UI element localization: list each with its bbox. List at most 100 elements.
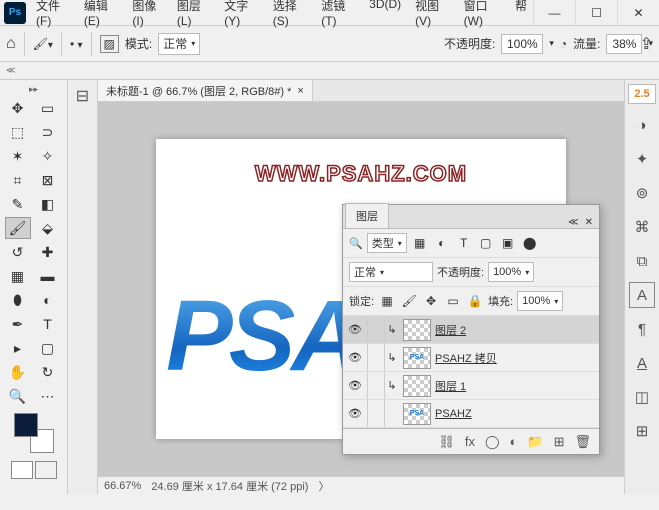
visibility-icon[interactable]: 👁 [343, 351, 367, 364]
layer-row[interactable]: 👁 ↳ 图层 2 [343, 316, 599, 344]
layer-row[interactable]: 👁 ↳ 图层 1 [343, 372, 599, 400]
swatches-panel-icon[interactable]: ✦ [629, 146, 655, 172]
layer-mask-icon[interactable]: ◯ [485, 434, 500, 450]
status-zoom[interactable]: 66.67% [104, 480, 141, 492]
menu-help[interactable]: 帮 [509, 0, 533, 32]
group-icon[interactable]: 📁 [527, 434, 543, 450]
menu-type[interactable]: 文字(Y) [218, 0, 265, 32]
channels-panel-icon[interactable]: ⊞ [629, 418, 655, 444]
foreground-swatch[interactable] [14, 413, 38, 437]
document-tab[interactable]: 未标题-1 @ 66.7% (图层 2, RGB/8#) * × [98, 80, 313, 101]
character-panel-icon[interactable]: A [629, 282, 655, 308]
fill-input[interactable]: 100% ▾ [517, 291, 563, 311]
blend-mode-select[interactable]: 正常 ▾ [158, 33, 200, 55]
menu-filter[interactable]: 滤镜(T) [315, 0, 361, 32]
magic-wand-tool[interactable]: ✧ [35, 145, 61, 167]
adjustments-panel-icon[interactable]: ⊚ [629, 180, 655, 206]
flow-input[interactable]: 38% [606, 34, 642, 54]
lock-all-icon[interactable]: 🔒 [466, 292, 484, 310]
menu-file[interactable]: 文件(F) [30, 0, 76, 32]
visibility-icon[interactable]: 👁 [343, 379, 367, 392]
layer-name[interactable]: 图层 1 [435, 378, 599, 394]
layer-thumb[interactable] [403, 319, 431, 341]
marquee-tool[interactable]: ⬚ [5, 121, 31, 143]
dodge-tool[interactable]: ◐ [35, 289, 61, 311]
dock-badge[interactable]: 2.5 [628, 84, 656, 104]
styles-panel-icon[interactable]: A [629, 350, 655, 376]
layer-opacity-input[interactable]: 100% ▾ [488, 262, 534, 282]
filter-shape-icon[interactable]: ▢ [477, 234, 495, 252]
minimize-button[interactable]: — [533, 0, 575, 26]
color-panel-icon[interactable]: ◑ [629, 112, 655, 138]
blur-tool[interactable]: ⬮ [5, 289, 31, 311]
opacity-input[interactable]: 100% [501, 34, 543, 54]
filter-adjust-icon[interactable]: ◐ [433, 234, 451, 252]
menu-view[interactable]: 视图(V) [409, 0, 456, 32]
lock-artboard-icon[interactable]: ▭ [444, 292, 462, 310]
share-icon[interactable]: ⇪ [640, 34, 653, 54]
layer-name[interactable]: 图层 2 [435, 322, 599, 338]
layer-thumb[interactable]: PSA [403, 403, 431, 425]
paragraph-panel-icon[interactable]: ¶ [629, 316, 655, 342]
adjustment-layer-icon[interactable]: ◐ [510, 434, 518, 449]
edit-toolbar[interactable]: ⋯ [35, 385, 61, 407]
home-icon[interactable]: ⌂ [6, 35, 16, 53]
healing-tool[interactable]: ✚ [35, 241, 61, 263]
lasso-tool[interactable]: ⊃ [35, 121, 61, 143]
filter-type-select[interactable]: 类型 ▾ [367, 233, 407, 253]
shape-tool[interactable]: ▢ [35, 337, 61, 359]
tab-close-icon[interactable]: × [297, 85, 303, 97]
stamp-tool[interactable]: ⬙ [35, 217, 61, 239]
filter-smart-icon[interactable]: ▣ [499, 234, 517, 252]
layer-name[interactable]: PSAHZ [435, 408, 599, 420]
filter-pixel-icon[interactable]: ▦ [411, 234, 429, 252]
menu-image[interactable]: 图像(I) [126, 0, 168, 32]
lock-position-icon[interactable]: ✥ [422, 292, 440, 310]
filter-type-icon[interactable]: T [455, 234, 473, 252]
menu-window[interactable]: 窗口(W) [458, 0, 507, 32]
collapse-chevron-icon[interactable]: ≪ [6, 65, 15, 76]
menu-layer[interactable]: 图层(L) [171, 0, 216, 32]
layers-panel-icon[interactable]: ◫ [629, 384, 655, 410]
eraser-tool[interactable]: ◧ [35, 193, 61, 215]
color-swatches[interactable] [14, 413, 54, 453]
brushes-panel-icon[interactable]: ⧉ [629, 248, 655, 274]
path-select-tool[interactable]: ▸ [5, 337, 31, 359]
layer-row[interactable]: 👁 ↳ PSA PSAHZ 拷贝 [343, 344, 599, 372]
quick-select-tool[interactable]: ✶ [5, 145, 31, 167]
artboard-tool[interactable]: ▭ [35, 97, 61, 119]
paint-bucket-tool[interactable]: ▬ [35, 265, 61, 287]
screen-mode-icon[interactable] [35, 461, 57, 479]
panel-close-icon[interactable]: ✕ [585, 217, 593, 228]
layer-thumb[interactable] [403, 375, 431, 397]
brush-size-icon[interactable]: • ▾ [70, 37, 83, 51]
brush-panel-icon[interactable]: ▨ [100, 35, 119, 53]
search-icon[interactable]: 🔍 [349, 237, 363, 250]
move-tool[interactable]: ✥ [5, 97, 31, 119]
gradient-tool[interactable]: ▦ [5, 265, 31, 287]
menu-3d[interactable]: 3D(D) [363, 0, 407, 32]
crop-tool[interactable]: ⌗ [5, 169, 31, 191]
menu-select[interactable]: 选择(S) [267, 0, 314, 32]
quick-mask-icon[interactable] [11, 461, 33, 479]
new-layer-icon[interactable]: ⊞ [554, 434, 565, 450]
hand-tool[interactable]: ✋ [5, 361, 31, 383]
visibility-icon[interactable]: 👁 [343, 407, 367, 420]
link-layers-icon[interactable]: ⛓ [438, 434, 455, 450]
frame-tool[interactable]: ⊠ [35, 169, 61, 191]
brush-preset-icon[interactable]: 🖌▾ [33, 37, 53, 51]
pen-tool[interactable]: ✒ [5, 313, 31, 335]
layer-fx-icon[interactable]: fx [465, 434, 475, 449]
layer-thumb[interactable]: PSA [403, 347, 431, 369]
rotate-view-tool[interactable]: ↻ [35, 361, 61, 383]
layers-tab[interactable]: 图层 [345, 203, 389, 228]
filter-toggle-icon[interactable]: ⬤ [521, 234, 539, 252]
layer-name[interactable]: PSAHZ 拷贝 [435, 350, 599, 366]
layer-row[interactable]: 👁 PSA PSAHZ [343, 400, 599, 428]
visibility-icon[interactable]: 👁 [343, 323, 367, 336]
lock-transparent-icon[interactable]: ▦ [378, 292, 396, 310]
history-brush-tool[interactable]: ↺ [5, 241, 31, 263]
panel-icon[interactable]: ⊟ [76, 86, 89, 106]
zoom-tool[interactable]: 🔍 [5, 385, 31, 407]
libraries-panel-icon[interactable]: ⌘ [629, 214, 655, 240]
